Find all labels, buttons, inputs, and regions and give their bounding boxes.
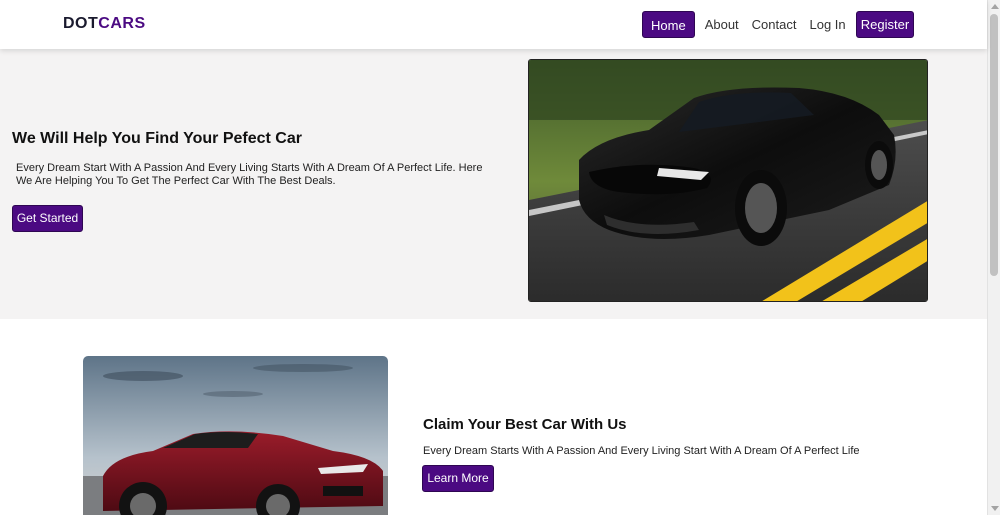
hero-section: We Will Help You Find Your Pefect Car Ev…	[0, 49, 987, 319]
claim-description: Every Dream Starts With A Passion And Ev…	[423, 445, 860, 457]
nav-contact-link[interactable]: Contact	[752, 11, 797, 38]
scroll-thumb[interactable]	[990, 14, 998, 276]
nav-login-link[interactable]: Log In	[809, 11, 845, 38]
logo-part-2: CARS	[98, 15, 146, 32]
claim-section: Claim Your Best Car With Us Every Dream …	[0, 319, 987, 515]
vertical-scrollbar[interactable]	[987, 0, 1000, 515]
logo[interactable]: DOTCARS	[63, 15, 146, 33]
hero-title: We Will Help You Find Your Pefect Car	[12, 130, 302, 147]
register-button[interactable]: Register	[856, 11, 914, 38]
claim-title: Claim Your Best Car With Us	[423, 416, 627, 433]
scroll-up-icon[interactable]	[991, 4, 999, 9]
hero-car-image	[528, 59, 928, 302]
claim-car-image	[83, 356, 388, 515]
hero-description: Every Dream Start With A Passion And Eve…	[16, 162, 483, 187]
nav-about-link[interactable]: About	[705, 11, 739, 38]
navbar: DOTCARS Home About Contact Log In Regist…	[0, 0, 987, 49]
learn-more-button[interactable]: Learn More	[422, 465, 494, 492]
get-started-button[interactable]: Get Started	[12, 205, 83, 232]
nav-home-link[interactable]: Home	[642, 11, 695, 38]
logo-part-1: DOT	[63, 15, 99, 32]
scroll-down-icon[interactable]	[991, 506, 999, 511]
nav-links: Home About Contact Log In	[642, 11, 859, 38]
page: DOTCARS Home About Contact Log In Regist…	[0, 0, 1000, 515]
